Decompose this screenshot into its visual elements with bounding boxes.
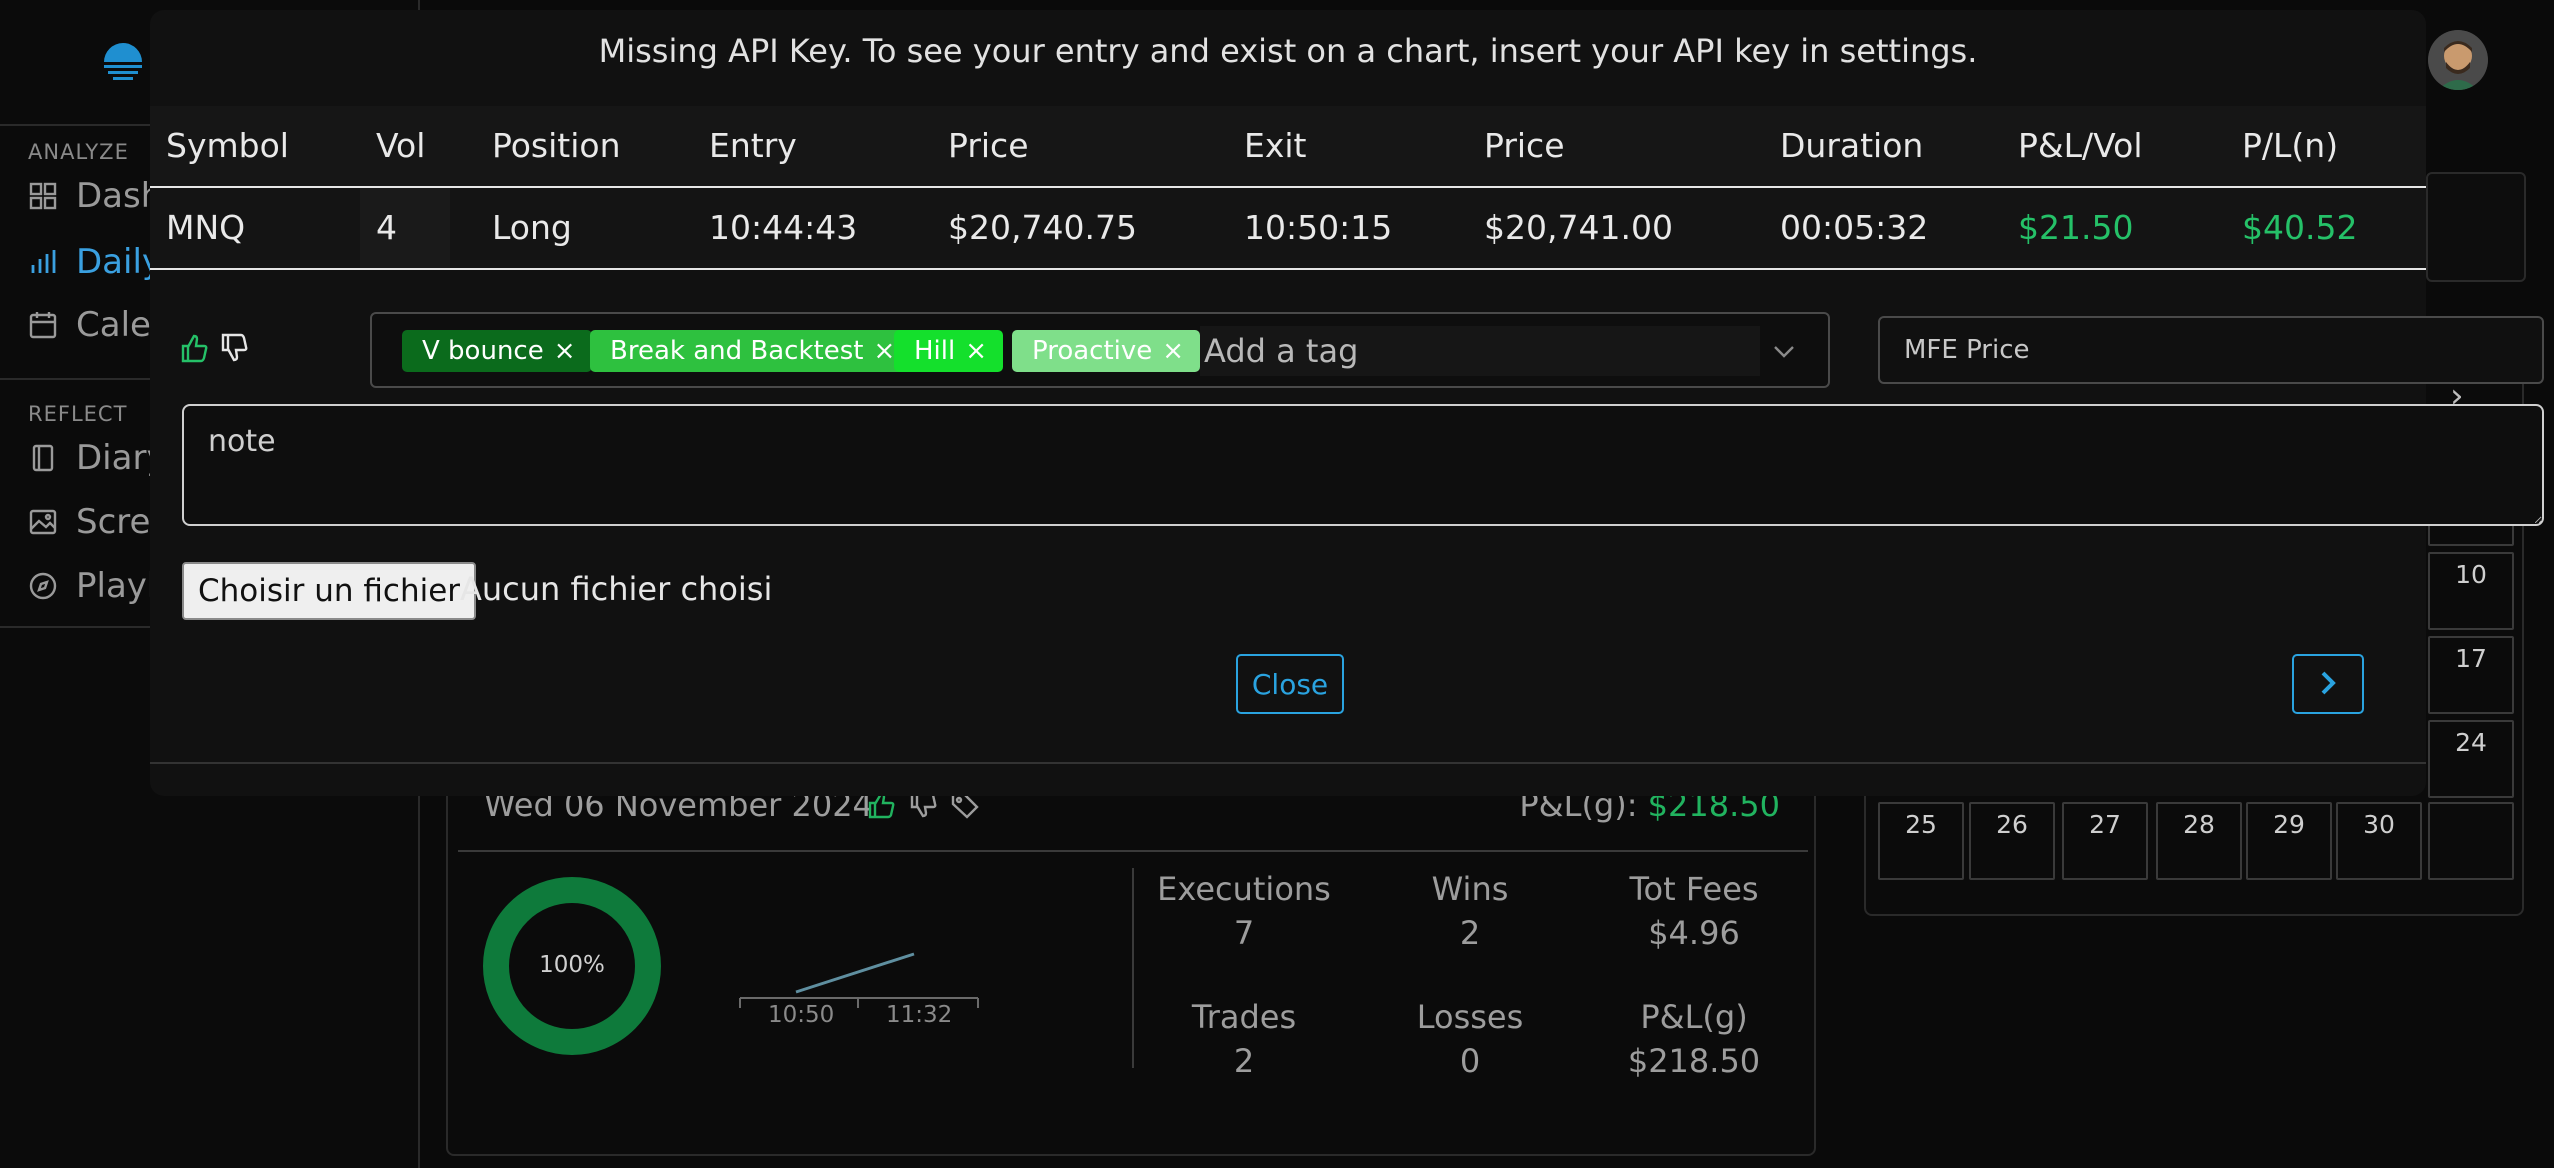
- stat-label: Losses: [1416, 998, 1524, 1036]
- stat-value: $218.50: [1627, 1042, 1761, 1080]
- tag-chip[interactable]: Proactive ×: [1012, 330, 1201, 372]
- win-rate-label: 100%: [539, 952, 605, 978]
- stat-value: 2: [1233, 1042, 1255, 1080]
- note-textarea[interactable]: [182, 404, 2544, 526]
- stat-trades: Trades 2: [1134, 998, 1354, 1080]
- tag-label: Hill: [914, 336, 956, 366]
- column-header: Price: [1484, 126, 1565, 165]
- calendar-day[interactable]: 30: [2336, 802, 2422, 880]
- cell-exit-price: $20,741.00: [1484, 208, 1673, 247]
- stat-label: P&L(g): [1640, 998, 1748, 1036]
- stat-executions: Executions 7: [1134, 870, 1354, 952]
- column-header: P&L/Vol: [2018, 126, 2143, 165]
- calendar-day[interactable]: 17: [2428, 636, 2514, 714]
- avatar-icon: [2428, 30, 2488, 90]
- chevron-down-icon[interactable]: [1770, 338, 1798, 366]
- tag-selector[interactable]: V bounce × Break and Backtest × Hill × Proa…: [370, 312, 1830, 388]
- app-logo-icon: [104, 43, 142, 80]
- bar-chart-icon: [31, 250, 56, 273]
- tag-chip[interactable]: Break and Backtest ×: [590, 330, 912, 372]
- compass-icon: [29, 572, 57, 600]
- file-status-text: Aucun fichier choisi: [460, 570, 773, 608]
- thumbs-down-icon[interactable]: [220, 332, 250, 364]
- calendar-day[interactable]: 10: [2428, 552, 2514, 630]
- modal-divider: [150, 762, 2426, 764]
- image-icon: [29, 509, 57, 535]
- stat-value: 2: [1459, 914, 1481, 952]
- trade-detail-modal: Missing API Key. To see your entry and e…: [150, 10, 2544, 796]
- cell-pl-per-vol: $21.50: [2018, 208, 2134, 247]
- calendar-day[interactable]: [2428, 802, 2514, 880]
- rating-buttons: [180, 332, 250, 364]
- column-header: Vol: [376, 126, 426, 165]
- stat-losses: Losses 0: [1360, 998, 1580, 1080]
- calendar-icon: [29, 312, 57, 339]
- column-header: Duration: [1780, 126, 1924, 165]
- stat-label: Executions: [1157, 870, 1331, 908]
- stat-wins: Wins 2: [1360, 870, 1580, 952]
- close-button[interactable]: Close: [1236, 654, 1344, 714]
- mfe-price-input[interactable]: [1878, 316, 2544, 384]
- calendar-day[interactable]: 27: [2062, 802, 2148, 880]
- table-row[interactable]: MNQ 4 Long 10:44:43 $20,740.75 10:50:15 …: [150, 188, 2426, 270]
- tag-remove-icon[interactable]: ×: [965, 336, 987, 366]
- cell-duration: 00:05:32: [1780, 208, 1929, 247]
- cell-vol: 4: [360, 188, 450, 268]
- calendar-day[interactable]: 29: [2246, 802, 2332, 880]
- tag-remove-icon[interactable]: ×: [554, 336, 576, 366]
- stat-value: $4.96: [1648, 914, 1740, 952]
- calendar-day[interactable]: 24: [2428, 720, 2514, 798]
- chart-tick-label: 11:32: [886, 1002, 953, 1028]
- tag-chip[interactable]: V bounce ×: [402, 330, 592, 372]
- tag-remove-icon[interactable]: ×: [873, 336, 895, 366]
- stat-fees: Tot Fees $4.96: [1584, 870, 1804, 952]
- section-title-reflect: REFLECT: [28, 402, 128, 426]
- chart-tick-label: 10:50: [768, 1002, 835, 1028]
- cell-entry-price: $20,740.75: [948, 208, 1137, 247]
- next-trade-button[interactable]: [2292, 654, 2364, 714]
- calendar-day[interactable]: 26: [1969, 802, 2055, 880]
- book-icon: [32, 444, 54, 472]
- trades-table: Symbol Vol Position Entry Price Exit Pri…: [150, 106, 2426, 270]
- cell-entry-time: 10:44:43: [709, 208, 858, 247]
- stat-label: Trades: [1191, 998, 1297, 1036]
- tag-label: Proactive: [1032, 336, 1153, 366]
- tag-input[interactable]: [1200, 326, 1760, 376]
- card-divider: [458, 850, 1808, 852]
- stat-label: Wins: [1431, 870, 1509, 908]
- stat-value: 7: [1233, 914, 1255, 952]
- tag-remove-icon[interactable]: ×: [1162, 336, 1184, 366]
- stat-label: Tot Fees: [1629, 870, 1759, 908]
- column-header: Entry: [709, 126, 797, 165]
- cell-exit-time: 10:50:15: [1244, 208, 1393, 247]
- cumulative-pl-line: [795, 952, 915, 994]
- grid-icon: [29, 182, 57, 210]
- daily-summary-card: Wed 06 November 2024 P&L(g): $218.50 100…: [446, 760, 1816, 1156]
- tag-label: Break and Backtest: [610, 336, 864, 366]
- column-header: Symbol: [166, 126, 289, 165]
- chevron-right-icon: [2321, 671, 2336, 694]
- column-header: Position: [492, 126, 621, 165]
- table-header-row: Symbol Vol Position Entry Price Exit Pri…: [150, 106, 2426, 188]
- user-avatar[interactable]: [2428, 30, 2488, 90]
- column-header: Price: [948, 126, 1029, 165]
- thumbs-up-icon[interactable]: [180, 332, 210, 364]
- cell-pl-net: $40.52: [2242, 208, 2358, 247]
- cell-position: Long: [492, 208, 572, 247]
- column-header: Exit: [1244, 126, 1307, 165]
- calendar-day[interactable]: 25: [1878, 802, 1964, 880]
- choose-file-button[interactable]: Choisir un fichier: [182, 562, 477, 620]
- tag-label: V bounce: [422, 336, 544, 366]
- column-header: P/L(n): [2242, 126, 2339, 165]
- stat-value: 0: [1459, 1042, 1481, 1080]
- stat-pl-gross: P&L(g) $218.50: [1584, 998, 1804, 1080]
- api-key-warning: Missing API Key. To see your entry and e…: [598, 32, 1978, 70]
- summary-card: [2426, 172, 2526, 282]
- calendar-day[interactable]: 28: [2156, 802, 2242, 880]
- cell-symbol: MNQ: [166, 208, 246, 247]
- section-title-analyze: ANALYZE: [28, 140, 129, 164]
- tag-chip[interactable]: Hill ×: [894, 330, 1004, 372]
